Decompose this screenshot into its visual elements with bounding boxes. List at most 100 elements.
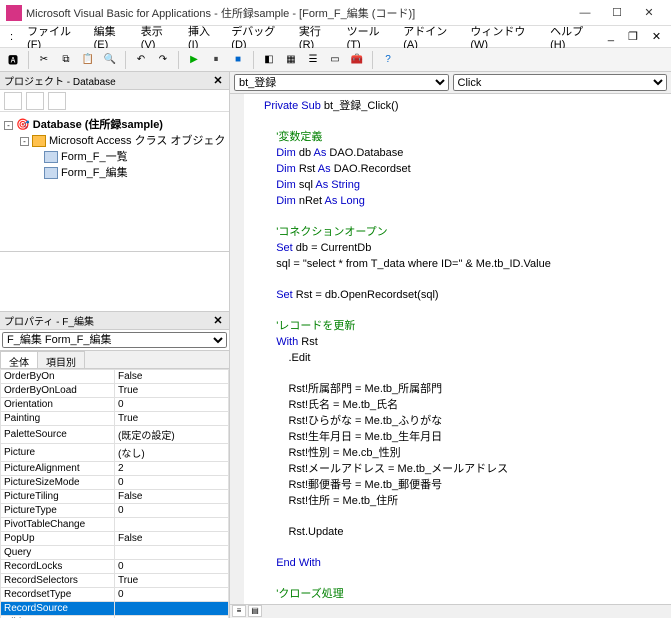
redo-icon[interactable]: ↷ bbox=[154, 51, 172, 69]
prop-name: RecordLocks bbox=[1, 560, 115, 574]
prop-value[interactable]: False bbox=[115, 532, 229, 546]
view-access-icon[interactable]: 🅰 bbox=[4, 51, 22, 69]
app-icon bbox=[6, 5, 22, 21]
prop-value[interactable] bbox=[115, 518, 229, 532]
menu-bar: : ファイル(F) 編集(E) 表示(V) 挿入(I) デバッグ(D) 実行(R… bbox=[0, 26, 671, 48]
break-icon[interactable]: ⏸ bbox=[207, 51, 225, 69]
prop-value[interactable] bbox=[115, 602, 229, 616]
toggle-folders-icon[interactable] bbox=[48, 92, 66, 110]
prop-row-picturetype[interactable]: PictureType0 bbox=[1, 504, 229, 518]
prop-value[interactable]: 0 bbox=[115, 560, 229, 574]
prop-row-orientation[interactable]: Orientation0 bbox=[1, 398, 229, 412]
procedure-dropdown[interactable]: Click bbox=[453, 74, 668, 91]
prop-row-pivottablechange[interactable]: PivotTableChange bbox=[1, 518, 229, 532]
prop-name: Orientation bbox=[1, 398, 115, 412]
prop-value[interactable]: 2 bbox=[115, 462, 229, 476]
tree-module-edit[interactable]: Form_F_編集 bbox=[61, 167, 128, 179]
properties-panel-title: プロパティ - F_編集 bbox=[4, 313, 211, 328]
prop-value[interactable]: False bbox=[115, 490, 229, 504]
prop-row-orderbyonload[interactable]: OrderByOnLoadTrue bbox=[1, 384, 229, 398]
prop-row-orderbyon[interactable]: OrderByOnFalse bbox=[1, 370, 229, 384]
undo-icon[interactable]: ↶ bbox=[132, 51, 150, 69]
prop-row-picturetiling[interactable]: PictureTilingFalse bbox=[1, 490, 229, 504]
project-panel-close-button[interactable]: ✕ bbox=[211, 74, 225, 87]
prop-name: RecordsetType bbox=[1, 588, 115, 602]
prop-value[interactable]: False bbox=[115, 370, 229, 384]
prop-name: PivotTableChange bbox=[1, 518, 115, 532]
object-browser-icon[interactable]: ▭ bbox=[326, 51, 344, 69]
project-explorer-icon[interactable]: ▦ bbox=[282, 51, 300, 69]
prop-value[interactable] bbox=[115, 546, 229, 560]
prop-row-popup[interactable]: PopUpFalse bbox=[1, 532, 229, 546]
prop-value[interactable]: True bbox=[115, 574, 229, 588]
close-button[interactable]: ✕ bbox=[633, 3, 665, 23]
project-panel-title: プロジェクト - Database bbox=[4, 73, 211, 88]
prop-name: Painting bbox=[1, 412, 115, 426]
tab-categorized[interactable]: 項目別 bbox=[37, 351, 85, 368]
prop-value[interactable]: 0 bbox=[115, 588, 229, 602]
window-title: Microsoft Visual Basic for Applications … bbox=[26, 5, 569, 21]
child-restore-button[interactable]: ❐ bbox=[622, 28, 644, 45]
project-panel-header: プロジェクト - Database ✕ bbox=[0, 72, 229, 90]
view-object-icon[interactable] bbox=[26, 92, 44, 110]
full-module-view-button[interactable]: ▤ bbox=[248, 605, 262, 617]
run-icon[interactable]: ▶ bbox=[185, 51, 203, 69]
code-editor[interactable]: Private Sub bt_登録_Click() '変数定義 Dim db A… bbox=[230, 94, 671, 604]
prop-name: RecordSelectors bbox=[1, 574, 115, 588]
prop-value[interactable]: (なし) bbox=[115, 444, 229, 462]
properties-object-select[interactable]: F_編集 Form_F_編集 bbox=[2, 332, 227, 348]
properties-grid[interactable]: OrderByOnFalseOrderByOnLoadTrueOrientati… bbox=[0, 369, 229, 618]
procedure-view-button[interactable]: ≡ bbox=[232, 605, 246, 617]
view-code-icon[interactable] bbox=[4, 92, 22, 110]
tree-module-list[interactable]: Form_F_一覧 bbox=[61, 151, 128, 163]
prop-name: PictureAlignment bbox=[1, 462, 115, 476]
form-module-icon bbox=[44, 151, 58, 163]
standard-toolbar: 🅰 ✂ ⧉ 📋 🔍 ↶ ↷ ▶ ⏸ ■ ◧ ▦ ☰ ▭ 🧰 ? bbox=[0, 48, 671, 72]
prop-row-recordsource[interactable]: RecordSource bbox=[1, 602, 229, 616]
cut-icon[interactable]: ✂ bbox=[35, 51, 53, 69]
reset-icon[interactable]: ■ bbox=[229, 51, 247, 69]
prop-row-recordsettype[interactable]: RecordsetType0 bbox=[1, 588, 229, 602]
prop-row-recordlocks[interactable]: RecordLocks0 bbox=[1, 560, 229, 574]
find-icon[interactable]: 🔍 bbox=[101, 51, 119, 69]
minimize-button[interactable]: — bbox=[569, 3, 601, 23]
prop-row-picturealignment[interactable]: PictureAlignment2 bbox=[1, 462, 229, 476]
prop-value[interactable]: True bbox=[115, 384, 229, 398]
copy-icon[interactable]: ⧉ bbox=[57, 51, 75, 69]
properties-panel-close-button[interactable]: ✕ bbox=[211, 314, 225, 327]
code-view-buttons: ≡ ▤ bbox=[230, 604, 671, 618]
prop-name: PopUp bbox=[1, 532, 115, 546]
design-mode-icon[interactable]: ◧ bbox=[260, 51, 278, 69]
prop-name: PictureSizeMode bbox=[1, 476, 115, 490]
prop-name: PaletteSource bbox=[1, 426, 115, 444]
toolbox-icon[interactable]: 🧰 bbox=[348, 51, 366, 69]
prop-row-picturesizemode[interactable]: PictureSizeMode0 bbox=[1, 476, 229, 490]
help-icon[interactable]: ? bbox=[379, 51, 397, 69]
object-dropdown[interactable]: bt_登録 bbox=[234, 74, 449, 91]
prop-value[interactable]: (既定の設定) bbox=[115, 426, 229, 444]
prop-row-recordselectors[interactable]: RecordSelectorsTrue bbox=[1, 574, 229, 588]
prop-name: PictureType bbox=[1, 504, 115, 518]
prop-name: Query bbox=[1, 546, 115, 560]
tab-alphabetic[interactable]: 全体 bbox=[0, 351, 38, 368]
prop-value[interactable]: True bbox=[115, 412, 229, 426]
child-minimize-button[interactable]: _ bbox=[602, 28, 620, 45]
prop-row-painting[interactable]: PaintingTrue bbox=[1, 412, 229, 426]
paste-icon[interactable]: 📋 bbox=[79, 51, 97, 69]
form-module-icon bbox=[44, 167, 58, 179]
prop-value[interactable]: 0 bbox=[115, 504, 229, 518]
prop-value[interactable]: 0 bbox=[115, 476, 229, 490]
project-tree[interactable]: -🎯 Database (住所録sample) -Microsoft Acces… bbox=[0, 112, 229, 252]
tree-root[interactable]: Database (住所録sample) bbox=[33, 119, 163, 131]
prop-name: OrderByOn bbox=[1, 370, 115, 384]
properties-icon[interactable]: ☰ bbox=[304, 51, 322, 69]
prop-value[interactable]: 0 bbox=[115, 398, 229, 412]
child-close-button[interactable]: ✕ bbox=[646, 28, 667, 45]
maximize-button[interactable]: ☐ bbox=[601, 3, 633, 23]
prop-row-query[interactable]: Query bbox=[1, 546, 229, 560]
prop-row-picture[interactable]: Picture(なし) bbox=[1, 444, 229, 462]
tree-folder[interactable]: Microsoft Access クラス オブジェクト bbox=[49, 135, 229, 147]
prop-name: Picture bbox=[1, 444, 115, 462]
mnemonic-colon: : bbox=[4, 29, 19, 45]
prop-row-palettesource[interactable]: PaletteSource(既定の設定) bbox=[1, 426, 229, 444]
